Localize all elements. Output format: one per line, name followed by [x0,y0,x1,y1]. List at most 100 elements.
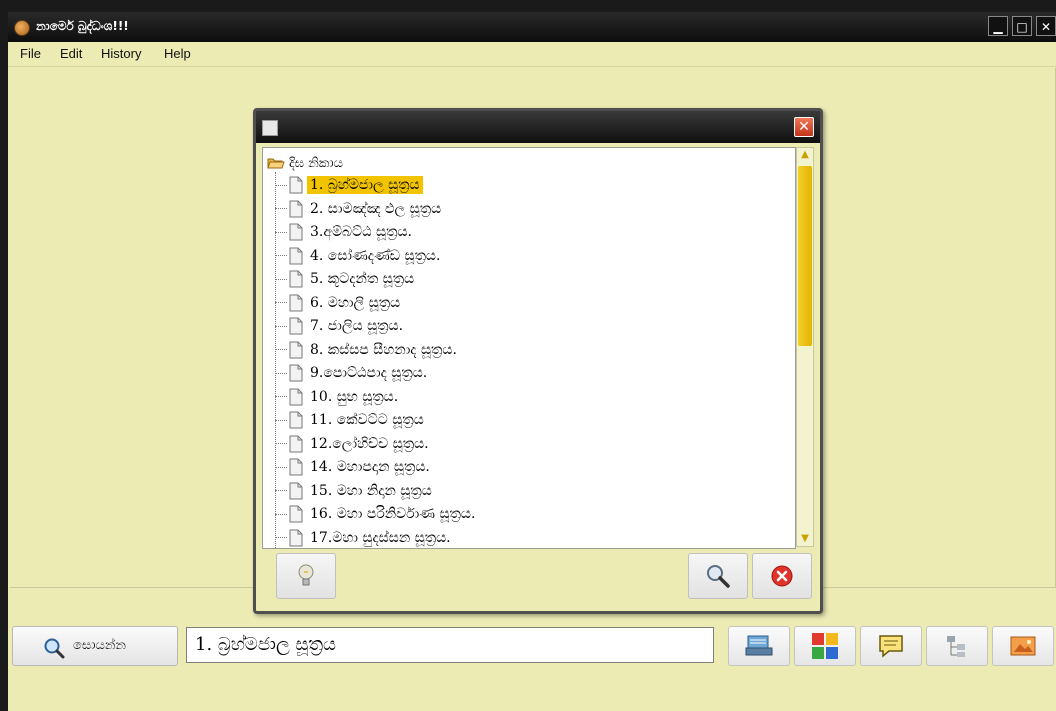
document-icon [289,482,303,499]
document-icon [289,435,303,452]
tree-connector [275,325,287,327]
maximize-button[interactable]: □ [1012,16,1032,36]
scrollbar-thumb[interactable] [798,166,812,346]
document-icon [289,294,303,311]
tree-item-label: 15. මහා නිදාන සූත්‍රය [310,482,432,499]
tree-item-label: 9.පොට්ඨපාද සූත්‍රය. [310,365,428,381]
tree-item[interactable]: 7. ජාලිය සූත්‍රය. [275,315,406,337]
document-icon [289,505,303,523]
tree-connector [275,372,287,374]
search-button[interactable]: සොයන්න [12,626,178,666]
tree-item[interactable]: 3.අම්බට්ඨ සූත්‍රය. [275,221,415,243]
tree-item-label: 10. සුභ සූත්‍රය. [310,388,399,405]
sutta-selection-dialog: ✕ දිඝ නිකාය 1. බ්‍රහ්මජාල සූත්‍රය 2. සාමඤ… [253,108,823,614]
tree-connector [275,278,287,280]
tree-connector [275,419,287,421]
app-logo-icon [14,20,30,36]
document-icon [289,411,303,429]
tree-item[interactable]: 15. මහා නිදාන සූත්‍රය [275,480,435,502]
tree-item[interactable]: 5. කූටදන්ත සූත්‍රය [275,268,417,290]
tree-item-label: 2. සාමඤ්ඤ ඵල සූත්‍රය [310,200,442,217]
scroll-down-arrow-icon[interactable]: ▼ [797,532,813,546]
tree-connector [275,255,287,256]
tree-connector [275,349,287,350]
comment-icon [879,635,903,658]
tree-item-label: 16. මහා පරිනිර්වාණ සූත්‍රය. [310,506,476,522]
tree-connector [275,513,287,515]
red-x-icon [771,565,793,587]
tree-root-node[interactable]: දිඝ නිකාය [267,152,343,174]
tree-item[interactable]: 1. බ්‍රහ්මජාල සූත්‍රය [275,174,423,196]
tree-item[interactable]: 11. කේවට්ට සූත්‍රය [275,409,427,431]
magnifier-icon [707,565,730,588]
document-icon [289,270,303,288]
tree-item[interactable]: 10. සුභ සූත්‍රය. [275,386,401,408]
menu-edit[interactable]: Edit [60,46,82,61]
document-icon [289,200,303,217]
tree-view-icon [947,636,965,657]
dialog-title-bar: ✕ [256,111,820,143]
tree-item-label: 17.මහා සුදස්සන සූත්‍රය. [310,529,451,546]
minimize-button[interactable]: ▁ [988,16,1008,36]
tree-item-label: 14. මහාපදාන සූත්‍රය. [310,459,430,475]
tree-item[interactable]: 2. සාමඤ්ඤ ඵල සූත්‍රය [275,198,444,220]
document-icon [289,388,303,405]
java-icon [262,120,278,136]
window-title: නාමෙර් බුද්ධංශ!!! [36,19,129,33]
tool-button-3[interactable] [860,626,922,666]
tree-item-label: 1. බ්‍රහ්මජාල සූත්‍රය [307,176,423,194]
tree-connector [275,537,287,538]
tree-scrollbar[interactable]: ▲ ▼ [796,147,814,547]
tree-item-label: 8. කස්සප සීහනාද සූත්‍රය. [310,341,457,358]
dialog-cancel-button[interactable] [752,553,812,599]
document-icon [289,317,303,335]
document-icon [289,529,303,546]
menu-history[interactable]: History [101,46,141,61]
picture-icon [1010,636,1036,656]
tree-item[interactable]: 9.පොට්ඨපාද සූත්‍රය. [275,362,430,384]
document-icon [289,176,303,194]
document-icon [289,247,303,264]
tree-item-label: 12.ලෝහිච්ච සූත්‍රය. [310,435,429,452]
tree-item-label: 7. ජාලිය සූත්‍රය. [310,318,404,334]
dialog-footer [262,551,814,607]
search-button-label: සොයන්න [73,638,126,653]
scanner-icon [745,635,773,656]
close-window-button[interactable]: ✕ [1036,16,1056,36]
menu-help[interactable]: Help [164,46,191,61]
menu-file[interactable]: File [20,46,41,61]
open-folder-icon [267,158,285,169]
tree-item[interactable]: 8. කස්සප සීහනාද සූත්‍රය. [275,339,460,361]
tool-button-5[interactable] [992,626,1054,666]
tree-connector [275,466,287,468]
lightbulb-icon [298,564,314,586]
tree-item-label: 11. කේවට්ට සූත්‍රය [310,412,424,428]
dialog-close-button[interactable]: ✕ [794,117,814,137]
tree-item[interactable]: 12.ලෝහිච්ච සූත්‍රය. [275,433,432,455]
tree-connector [275,184,287,186]
document-icon [289,223,303,241]
sutta-tree: දිඝ නිකාය 1. බ්‍රහ්මජාල සූත්‍රය 2. සාමඤ්ඤ… [262,147,796,549]
search-input[interactable]: 1. බ්‍රහ්මජාල සූත්‍රය [186,627,714,663]
unicode-chars-icon [812,633,838,659]
document-icon [289,364,303,382]
menu-bar: File Edit History Help [8,42,1056,67]
tree-item[interactable]: 17.මහා සුදස්සන සූත්‍රය. [275,527,454,549]
title-bar: නාමෙර් බුද්ධංශ!!! ▁ □ ✕ [8,12,1056,42]
hint-button[interactable] [276,553,336,599]
tree-item-label: 3.අම්බට්ඨ සූත්‍රය. [310,224,413,240]
tool-button-4[interactable] [926,626,988,666]
tree-connector [275,231,287,233]
tool-button-2[interactable] [794,626,856,666]
scroll-up-arrow-icon[interactable]: ▲ [797,148,813,162]
tool-button-1[interactable] [728,626,790,666]
search-icon [44,638,65,659]
document-icon [289,341,303,358]
tree-root-label: දිඝ නිකාය [289,155,343,171]
tree-item[interactable]: 16. මහා පරිනිර්වාණ සූත්‍රය. [275,503,478,525]
tree-item[interactable]: 4. සෝණදණ්ඩ සූත්‍රය. [275,245,443,267]
tree-item[interactable]: 6. මහාලි සූත්‍රය [275,292,403,314]
dialog-search-button[interactable] [688,553,748,599]
tree-item[interactable]: 14. මහාපදාන සූත්‍රය. [275,456,433,478]
tree-connector [275,208,287,209]
